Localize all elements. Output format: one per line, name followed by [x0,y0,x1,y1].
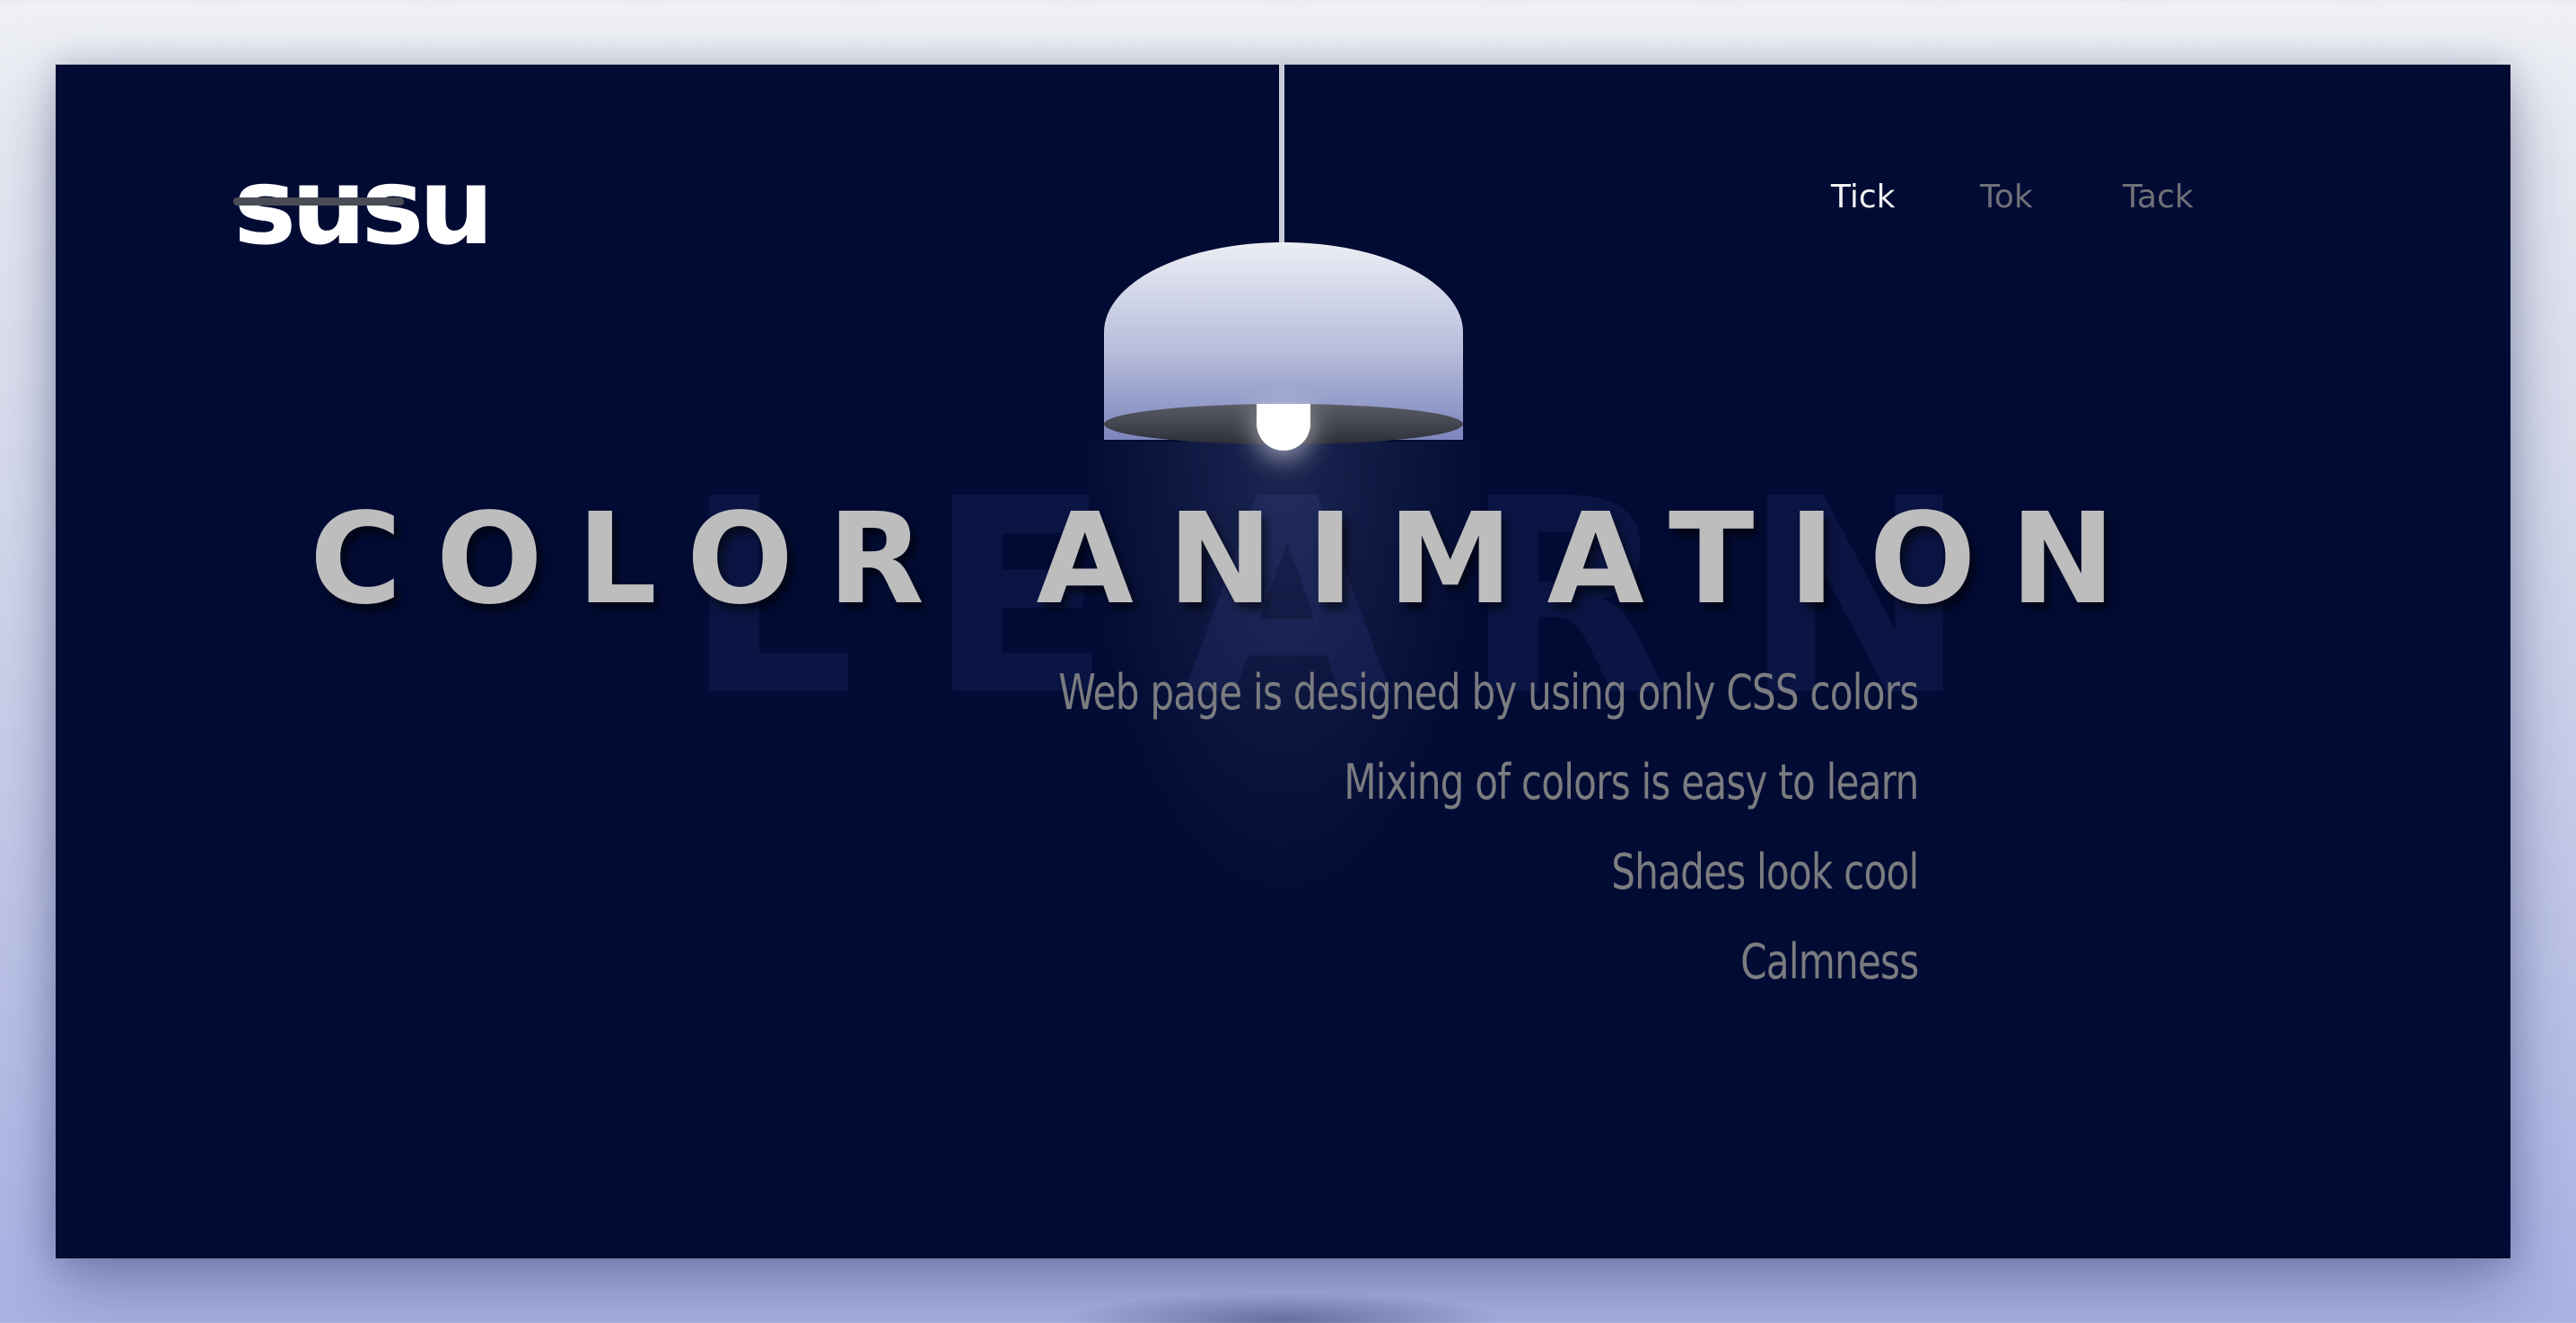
hero-line: Calmness [1739,933,1919,990]
hero-line: Mixing of colors is easy to learn [1343,754,1919,810]
nav-item-tick[interactable]: Tick [1831,179,1896,215]
hero-line: Shades look cool [1610,844,1919,900]
nav-item-tok[interactable]: Tok [1980,179,2033,215]
logo[interactable]: susu [233,145,494,268]
hero-line: Web page is designed by using only CSS c… [1057,664,1919,721]
lamp-cord [1279,65,1284,244]
logo-text: susu [233,145,494,268]
hero-text-lines: Web page is designed by using only CSS c… [816,648,1919,1007]
nav-item-tack[interactable]: Tack [2123,179,2194,215]
floor-shadow [1059,1292,1508,1323]
hero-title: COLOR ANIMATION [310,486,2150,633]
logo-strike-line [233,197,404,206]
hero-frame: LEARN susu Tick Tok Tack COLOR ANIMATION… [56,65,2510,1258]
